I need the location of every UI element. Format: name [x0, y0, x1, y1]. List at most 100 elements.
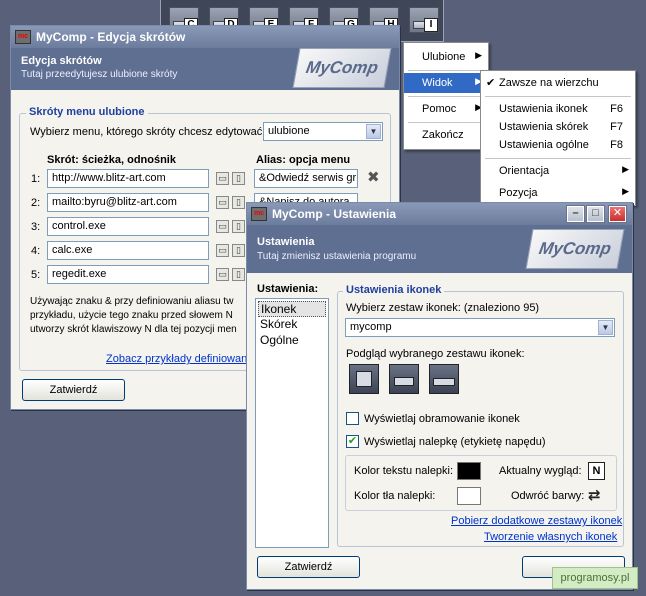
col-alias-header: Alias: opcja menu [256, 154, 351, 166]
confirm-button[interactable]: Zatwierdź [257, 556, 360, 578]
group-title: Ustawienia ikonek [343, 284, 445, 296]
submenu-arrow-icon: ▶ [622, 164, 629, 174]
banner-title: Ustawienia [257, 236, 315, 248]
menu-item-pomoc[interactable]: Pomoc ▶ [404, 99, 488, 119]
category-item[interactable]: Ogólne [258, 333, 326, 349]
window-title: MyComp - Ustawienia [272, 207, 397, 221]
watermark: programosy.pl [552, 567, 638, 589]
submenu-arrow-icon: ▶ [475, 50, 482, 60]
file-icon[interactable]: ▯ [232, 196, 245, 209]
choose-set-label: Wybierz zestaw ikonek: (znaleziono 95) [346, 302, 540, 314]
alias-input[interactable]: &Odwiedź serwis gru [254, 169, 358, 188]
file-icon[interactable]: ▯ [232, 220, 245, 233]
invert-colors-label: Odwróć barwy: [511, 490, 585, 502]
settings-titlebar[interactable]: mc MyComp - Ustawienia – □ ✕ [247, 203, 632, 225]
drive-i-icon[interactable]: I [409, 7, 439, 33]
help-text: Używając znaku & przy definiowaniu alias… [30, 296, 234, 307]
bg-color-label: Kolor tła nalepki: [354, 490, 436, 502]
menu-item-position[interactable]: Pozycja ▶ [481, 183, 635, 203]
file-icon[interactable]: ▯ [232, 172, 245, 185]
menu-item-zakoncz[interactable]: Zakończ [404, 125, 488, 145]
maximize-button[interactable]: □ [586, 205, 605, 223]
window-title: MyComp - Edycja skrótów [36, 30, 186, 44]
folder-icon[interactable]: ▭ [216, 268, 229, 281]
row-number: 3: [31, 221, 41, 233]
show-border-label: Wyświetlaj obramowanie ikonek [364, 413, 520, 425]
widok-submenu: ✔ Zawsze na wierzchu Ustawienia ikonek F… [480, 70, 636, 206]
folder-icon[interactable]: ▭ [216, 244, 229, 257]
menu-select-value: ulubione [268, 125, 310, 137]
menu-item-ulubione[interactable]: Ulubione ▶ [404, 47, 488, 67]
folder-icon[interactable]: ▭ [216, 196, 229, 209]
mycomp-logo: MyComp [292, 48, 392, 88]
settings-window: mc MyComp - Ustawienia – □ ✕ Ustawienia … [246, 202, 633, 590]
icon-set-select[interactable]: mycomp ▼ [345, 318, 615, 337]
invert-colors-icon[interactable]: ⇄ [588, 486, 601, 504]
preview-cdrom-icon [429, 364, 459, 394]
menu-item-orientation[interactable]: Orientacja ▶ [481, 161, 635, 181]
bg-color-swatch[interactable] [457, 487, 481, 505]
text-color-swatch[interactable] [457, 462, 481, 480]
side-title: Ustawienia: [257, 283, 319, 295]
check-icon: ✔ [486, 77, 496, 89]
shortcut-path-input[interactable]: control.exe [47, 217, 209, 236]
file-icon[interactable]: ▯ [232, 268, 245, 281]
chevron-down-icon[interactable]: ▼ [366, 124, 381, 139]
row-number: 5: [31, 269, 41, 281]
main-menu: Ulubione ▶ Widok ▶ Pomoc ▶ Zakończ [403, 42, 489, 150]
shortcut-path-input[interactable]: mailto:byru@blitz-art.com [47, 193, 209, 212]
close-button[interactable]: ✕ [608, 205, 627, 223]
confirm-button[interactable]: Zatwierdź [22, 379, 125, 401]
help-text: utworzy skrót klawiszowy N dla tej pozyc… [30, 324, 237, 335]
show-label-checkbox[interactable]: ✔ [346, 435, 359, 448]
more-icon-sets-link[interactable]: Pobierz dodatkowe zestawy ikonek [451, 515, 622, 527]
row-number: 4: [31, 245, 41, 257]
category-item[interactable]: Skórek [258, 317, 326, 333]
current-look-label: Aktualny wygląd: [499, 465, 582, 477]
shortcut-path-input[interactable]: calc.exe [47, 241, 209, 260]
category-item[interactable]: Ikonek [258, 301, 326, 317]
menu-item-general-settings[interactable]: Ustawienia ogólne F8 [481, 135, 635, 155]
preview-harddisk-icon [389, 364, 419, 394]
icon-set-value: mycomp [350, 321, 392, 333]
settings-category-list: Ikonek Skórek Ogólne [255, 298, 329, 548]
settings-banner: Ustawienia Tutaj zmienisz ustawienia pro… [247, 225, 632, 273]
text-color-label: Kolor tekstu nalepki: [354, 465, 454, 477]
menu-item-icon-settings[interactable]: Ustawienia ikonek F6 [481, 99, 635, 119]
shortcut-path-input[interactable]: http://www.blitz-art.com [47, 169, 209, 188]
folder-icon[interactable]: ▭ [216, 172, 229, 185]
preview-label: Podgląd wybranego zestawu ikonek: [346, 348, 525, 360]
preview-floppy-icon [349, 364, 379, 394]
menu-item-skin-settings[interactable]: Ustawienia skórek F7 [481, 117, 635, 137]
row-number: 2: [31, 197, 41, 209]
banner-title: Edycja skrótów [21, 55, 102, 67]
minimize-button[interactable]: – [566, 205, 585, 223]
delete-icon[interactable]: ✖ [367, 168, 380, 186]
shortcuts-titlebar[interactable]: mc MyComp - Edycja skrótów [11, 26, 399, 48]
help-text: przykładu, użycie tego znaku przed słowe… [30, 310, 233, 321]
app-icon: mc [251, 207, 267, 221]
group-title: Skróty menu ulubione [26, 106, 148, 118]
show-label-label: Wyświetlaj nalepkę (etykietę napędu) [364, 436, 546, 448]
label-colors-group [345, 455, 617, 511]
show-border-checkbox[interactable] [346, 412, 359, 425]
row-number: 1: [31, 173, 41, 185]
shortcuts-banner: Edycja skrótów Tutaj przeedytujesz ulubi… [11, 48, 399, 90]
create-own-icons-link[interactable]: Tworzenie własnych ikonek [484, 531, 617, 543]
menu-item-always-on-top[interactable]: ✔ Zawsze na wierzchu [481, 73, 635, 93]
file-icon[interactable]: ▯ [232, 244, 245, 257]
banner-subtitle: Tutaj przeedytujesz ulubione skróty [21, 69, 178, 80]
banner-subtitle: Tutaj zmienisz ustawienia programu [257, 251, 417, 262]
chevron-down-icon[interactable]: ▼ [598, 320, 613, 335]
col-shortcut-header: Skrót: ścieżka, odnośnik [47, 154, 176, 166]
folder-icon[interactable]: ▭ [216, 220, 229, 233]
examples-link[interactable]: Zobacz przykłady definiowan [106, 353, 247, 365]
submenu-arrow-icon: ▶ [622, 186, 629, 196]
app-icon: mc [15, 30, 31, 44]
choose-menu-label: Wybierz menu, którego skróty chcesz edyt… [30, 126, 266, 138]
menu-select[interactable]: ulubione ▼ [263, 122, 383, 141]
current-look-preview: N [588, 462, 605, 480]
shortcut-path-input[interactable]: regedit.exe [47, 265, 209, 284]
menu-item-widok[interactable]: Widok ▶ [404, 73, 488, 93]
mycomp-logo: MyComp [525, 229, 625, 269]
